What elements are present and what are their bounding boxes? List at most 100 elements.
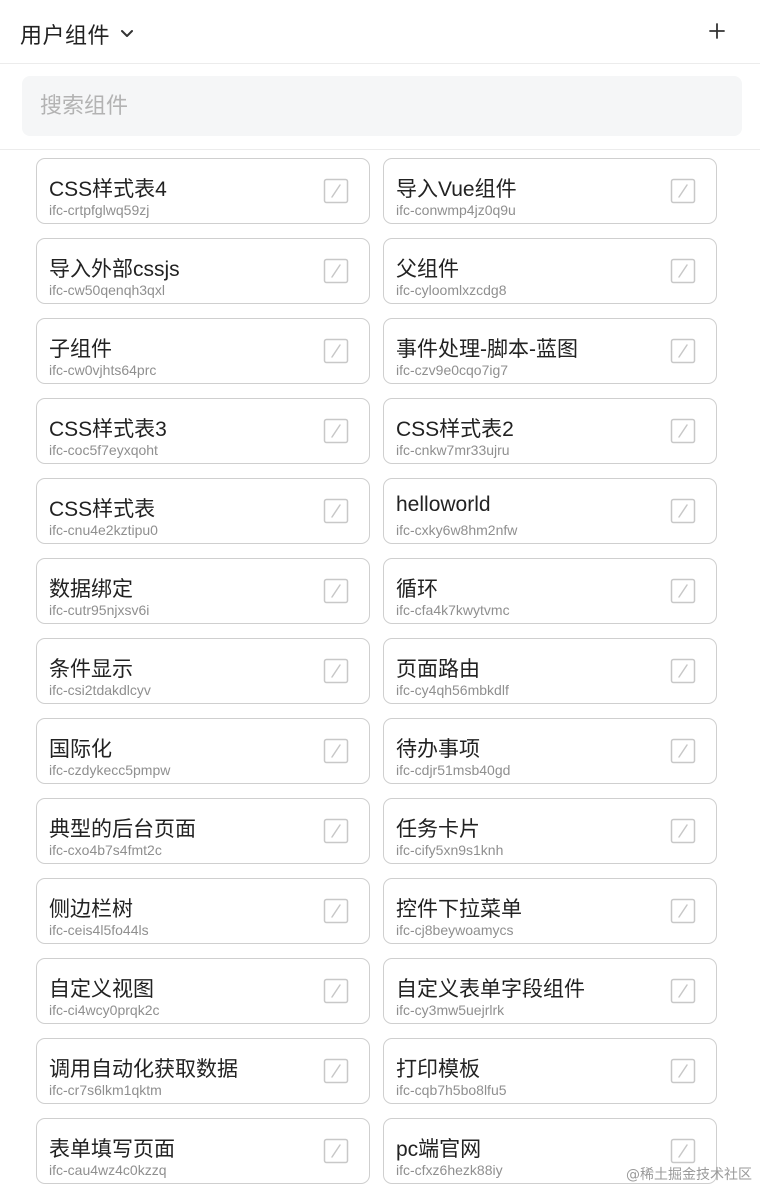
component-id: ifc-crtpfglwq59zj (49, 202, 150, 218)
component-name: 自定义视图 (49, 978, 154, 1001)
edit-icon[interactable] (670, 898, 696, 924)
component-card[interactable]: 循环 ifc-cfa4k7kwytvmc (383, 558, 717, 624)
edit-icon[interactable] (323, 978, 349, 1004)
component-id: ifc-czv9e0cqo7ig7 (396, 362, 509, 378)
component-card[interactable]: 子组件 ifc-cw0vjhts64prc (36, 318, 370, 384)
component-name: 页面路由 (396, 658, 480, 681)
component-id: ifc-cnkw7mr33ujru (396, 442, 510, 458)
panel-header: 用户组件 (0, 0, 760, 64)
component-id: ifc-cify5xn9s1knh (396, 842, 504, 858)
edit-icon[interactable] (670, 818, 696, 844)
component-card[interactable]: CSS样式表 ifc-cnu4e2kztipu0 (36, 478, 370, 544)
component-group-dropdown[interactable]: 用户组件 (20, 18, 134, 50)
search-input[interactable] (22, 76, 742, 136)
edit-icon[interactable] (323, 578, 349, 604)
component-id: ifc-coc5f7eyxqoht (49, 442, 158, 458)
component-card[interactable]: helloworld ifc-cxky6w8hm2nfw (383, 478, 717, 544)
component-id: ifc-cnu4e2kztipu0 (49, 522, 158, 538)
component-card[interactable]: CSS样式表2 ifc-cnkw7mr33ujru (383, 398, 717, 464)
component-name: 待办事项 (396, 738, 480, 761)
component-name: 导入外部cssjs (49, 258, 180, 281)
component-card[interactable]: 待办事项 ifc-cdjr51msb40gd (383, 718, 717, 784)
component-id: ifc-cfa4k7kwytvmc (396, 602, 510, 618)
component-id: ifc-cw0vjhts64prc (49, 362, 157, 378)
edit-icon[interactable] (670, 978, 696, 1004)
edit-icon[interactable] (670, 258, 696, 284)
component-card[interactable]: 事件处理-脚本-蓝图 ifc-czv9e0cqo7ig7 (383, 318, 717, 384)
component-card[interactable]: 控件下拉菜单 ifc-cj8beywoamycs (383, 878, 717, 944)
edit-icon[interactable] (323, 898, 349, 924)
component-name: 子组件 (49, 338, 112, 361)
component-id: ifc-cqb7h5bo8lfu5 (396, 1082, 507, 1098)
component-card[interactable]: 导入外部cssjs ifc-cw50qenqh3qxl (36, 238, 370, 304)
component-card[interactable]: 条件显示 ifc-csi2tdakdlcyv (36, 638, 370, 704)
component-card[interactable]: 侧边栏树 ifc-ceis4l5fo44ls (36, 878, 370, 944)
component-id: ifc-cdjr51msb40gd (396, 762, 511, 778)
edit-icon[interactable] (323, 178, 349, 204)
edit-icon[interactable] (670, 578, 696, 604)
edit-icon[interactable] (323, 1058, 349, 1084)
edit-icon[interactable] (323, 658, 349, 684)
component-name: 控件下拉菜单 (396, 898, 522, 921)
edit-icon[interactable] (670, 418, 696, 444)
plus-icon[interactable] (704, 18, 730, 44)
component-name: 数据绑定 (49, 578, 133, 601)
component-card[interactable]: CSS样式表4 ifc-crtpfglwq59zj (36, 158, 370, 224)
component-card[interactable]: 自定义视图 ifc-ci4wcy0prqk2c (36, 958, 370, 1024)
component-id: ifc-cau4wz4c0kzzq (49, 1162, 167, 1178)
edit-icon[interactable] (670, 738, 696, 764)
component-id: ifc-cxo4b7s4fmt2c (49, 842, 162, 858)
edit-icon[interactable] (323, 498, 349, 524)
component-name: 任务卡片 (396, 818, 480, 841)
component-name: 自定义表单字段组件 (396, 978, 585, 1001)
component-card[interactable]: 导入Vue组件 ifc-conwmp4jz0q9u (383, 158, 717, 224)
chevron-down-icon (121, 30, 134, 37)
watermark: @稀土掘金技术社区 (626, 1167, 752, 1183)
panel-title: 用户组件 (20, 23, 111, 48)
search-bar (0, 64, 760, 150)
component-card[interactable]: 数据绑定 ifc-cutr95njxsv6i (36, 558, 370, 624)
edit-icon[interactable] (323, 338, 349, 364)
component-name: 导入Vue组件 (396, 178, 517, 201)
edit-icon[interactable] (323, 1138, 349, 1164)
edit-icon[interactable] (670, 338, 696, 364)
component-name: 侧边栏树 (49, 898, 133, 921)
component-name: CSS样式表2 (396, 418, 514, 441)
edit-icon[interactable] (323, 258, 349, 284)
component-card[interactable]: 表单填写页面 ifc-cau4wz4c0kzzq (36, 1118, 370, 1184)
component-id: ifc-conwmp4jz0q9u (396, 202, 516, 218)
component-id: ifc-cw50qenqh3qxl (49, 282, 165, 298)
component-name: helloworld (396, 493, 491, 516)
component-card[interactable]: CSS样式表3 ifc-coc5f7eyxqoht (36, 398, 370, 464)
component-id: ifc-cj8beywoamycs (396, 922, 514, 938)
component-card[interactable]: 页面路由 ifc-cy4qh56mbkdlf (383, 638, 717, 704)
component-id: ifc-cutr95njxsv6i (49, 602, 150, 618)
component-card[interactable]: 调用自动化获取数据 ifc-cr7s6lkm1qktm (36, 1038, 370, 1104)
component-card[interactable]: 自定义表单字段组件 ifc-cy3mw5uejrlrk (383, 958, 717, 1024)
component-card[interactable]: 打印模板 ifc-cqb7h5bo8lfu5 (383, 1038, 717, 1104)
edit-icon[interactable] (670, 1058, 696, 1084)
component-id: ifc-czdykecc5pmpw (49, 762, 171, 778)
component-card[interactable]: 任务卡片 ifc-cify5xn9s1knh (383, 798, 717, 864)
component-id: ifc-cy3mw5uejrlrk (396, 1002, 505, 1018)
component-id: ifc-cr7s6lkm1qktm (49, 1082, 162, 1098)
edit-icon[interactable] (323, 818, 349, 844)
edit-icon[interactable] (323, 738, 349, 764)
component-name: 打印模板 (396, 1058, 480, 1081)
component-id: ifc-cxky6w8hm2nfw (396, 522, 518, 538)
edit-icon[interactable] (670, 1138, 696, 1164)
component-name: 国际化 (49, 738, 112, 761)
edit-icon[interactable] (323, 418, 349, 444)
edit-icon[interactable] (670, 498, 696, 524)
component-name: 调用自动化获取数据 (49, 1058, 238, 1081)
component-card[interactable]: 典型的后台页面 ifc-cxo4b7s4fmt2c (36, 798, 370, 864)
component-name: CSS样式表3 (49, 418, 167, 441)
component-card[interactable]: 父组件 ifc-cyloomlxzcdg8 (383, 238, 717, 304)
component-id: ifc-cy4qh56mbkdlf (396, 682, 509, 698)
component-card[interactable]: 国际化 ifc-czdykecc5pmpw (36, 718, 370, 784)
component-name: 事件处理-脚本-蓝图 (396, 338, 578, 361)
edit-icon[interactable] (670, 178, 696, 204)
component-name: 典型的后台页面 (49, 818, 196, 841)
edit-icon[interactable] (670, 658, 696, 684)
component-name: pc端官网 (396, 1138, 482, 1161)
